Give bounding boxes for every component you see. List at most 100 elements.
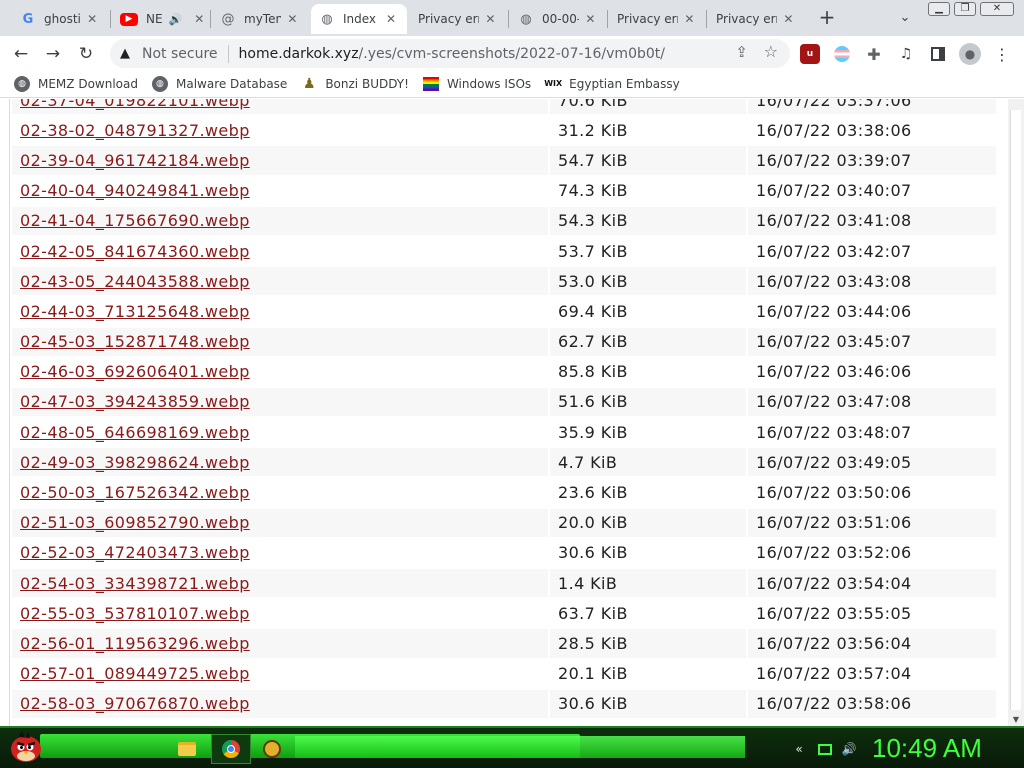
tab-privacy-error-2[interactable]: Privacy err ✕ (609, 4, 705, 34)
wix-icon: WIX (544, 79, 563, 88)
bookmark-memz-download[interactable]: ◍ MEMZ Download (14, 75, 138, 92)
file-size: 62.7 KiB (550, 327, 746, 356)
tab-privacy-error-1[interactable]: Privacy err ✕ (410, 4, 506, 34)
tab-00-00[interactable]: ◍ 00-00- ✕ (510, 4, 606, 34)
file-link[interactable]: 02-38-02_048791327.webp (20, 121, 250, 140)
start-button-angry-bird-icon[interactable] (6, 728, 46, 766)
tab-privacy-error-3[interactable]: Privacy err ✕ (708, 4, 804, 34)
kebab-menu-icon[interactable]: ⋮ (992, 44, 1012, 64)
file-link[interactable]: 02-47-03_394243859.webp (20, 392, 250, 411)
file-size: 70.6 KiB (550, 99, 746, 115)
table-row: 02-45-03_152871748.webp 62.7 KiB 16/07/2… (12, 327, 996, 356)
taskbar-app-button[interactable] (252, 734, 292, 764)
bookmark-label: MEMZ Download (38, 76, 138, 91)
speaker-icon[interactable]: 🔊 (169, 13, 183, 26)
trans-flag-extension-icon[interactable] (832, 44, 852, 64)
reload-button[interactable]: ↻ (73, 41, 99, 67)
tab-youtube[interactable]: ▶ NE 🔊 ✕ (112, 4, 208, 34)
table-row: 02-48-05_646698169.webp 35.9 KiB 16/07/2… (12, 418, 996, 446)
file-link[interactable]: 02-42-05_841674360.webp (20, 242, 250, 261)
file-link[interactable]: 02-48-05_646698169.webp (20, 423, 250, 442)
file-size: 1.4 KiB (550, 569, 746, 598)
file-link[interactable]: 02-44-03_713125648.webp (20, 302, 250, 321)
profile-avatar-icon[interactable]: ● (959, 43, 981, 65)
forward-button[interactable]: → (40, 41, 66, 67)
bookmark-label: Egyptian Embassy (569, 76, 680, 91)
tab-title: NE (146, 12, 163, 26)
ublock-origin-icon[interactable]: u (800, 44, 820, 64)
close-icon[interactable]: ✕ (383, 11, 399, 27)
close-icon[interactable]: ✕ (194, 11, 204, 27)
close-icon[interactable]: ✕ (682, 11, 697, 27)
file-link[interactable]: 02-50-03_167526342.webp (20, 483, 250, 502)
maximize-button[interactable]: ❐ (954, 2, 976, 16)
side-panel-icon[interactable] (928, 44, 948, 64)
media-control-icon[interactable]: ♫ (896, 44, 916, 64)
address-bar[interactable]: ▲ Not secure home.darkok.xyz /.yes/cvm-s… (110, 39, 790, 68)
file-link[interactable]: 02-39-04_961742184.webp (20, 151, 250, 170)
table-row: 02-49-03_398298624.webp 4.7 KiB 16/07/22… (12, 448, 996, 477)
bookmark-malware-database[interactable]: ◍ Malware Database (151, 75, 287, 92)
scrollbar-thumb[interactable] (1010, 110, 1021, 710)
file-date: 16/07/22 03:44:06 (756, 301, 912, 321)
close-icon[interactable]: ✕ (84, 11, 100, 27)
file-link[interactable]: 02-49-03_398298624.webp (20, 453, 250, 472)
close-icon[interactable]: ✕ (285, 11, 300, 27)
file-date: 16/07/22 03:40:07 (756, 181, 912, 201)
file-link[interactable]: 02-58-03_970676870.webp (20, 694, 250, 713)
file-date: 16/07/22 03:54:04 (748, 569, 996, 598)
file-link[interactable]: 02-40-04_940249841.webp (20, 181, 250, 200)
table-row: 02-38-02_048791327.webp 31.2 KiB 16/07/2… (12, 116, 996, 144)
file-date: 16/07/22 03:47:08 (748, 387, 996, 417)
close-icon[interactable]: ✕ (483, 11, 498, 27)
close-icon[interactable]: ✕ (583, 11, 598, 27)
tray-chevron-icon[interactable]: « (790, 740, 808, 758)
bookmark-windows-isos[interactable]: Windows ISOs (422, 76, 531, 91)
file-link[interactable]: 02-56-01_119563296.webp (20, 634, 250, 653)
taskbar-chrome-button[interactable] (211, 734, 251, 764)
taskbar-clock[interactable]: 10:49 AM (872, 731, 1002, 765)
not-secure-label[interactable]: Not secure (142, 46, 218, 62)
table-row: 02-39-04_961742184.webp 54.7 KiB 16/07/2… (12, 146, 996, 175)
globe-icon: ◍ (151, 75, 168, 92)
new-tab-button[interactable]: + (815, 6, 839, 30)
tab-separator (607, 10, 608, 28)
tray-network-icon[interactable] (816, 740, 834, 758)
file-link[interactable]: 02-43-05_244043588.webp (20, 272, 250, 291)
tab-index-active[interactable]: ◍ Index ✕ (311, 4, 407, 34)
tab-search-button[interactable]: ⌄ (895, 6, 915, 30)
bookmark-egyptian-embassy[interactable]: WIX Egyptian Embassy (544, 76, 680, 92)
close-icon[interactable]: ✕ (781, 11, 796, 27)
google-icon: G (22, 11, 34, 27)
table-row: 02-41-04_175667690.webp 54.3 KiB 16/07/2… (12, 206, 996, 235)
tab-strip: G ghosti ✕ ▶ NE 🔊 ✕ @ myTen ✕ ◍ Index ✕ … (0, 0, 1024, 36)
tab-separator (706, 10, 707, 28)
warning-icon[interactable]: ▲ (120, 46, 138, 61)
file-link[interactable]: 02-46-03_692606401.webp (20, 362, 250, 381)
back-button[interactable]: ← (8, 41, 34, 67)
share-icon[interactable]: ⇪ (735, 43, 748, 61)
taskbar-green-band-glow (295, 736, 745, 758)
tab-mytem[interactable]: @ myTen ✕ (212, 4, 308, 34)
bookmark-star-icon[interactable]: ☆ (764, 42, 778, 61)
file-link[interactable]: 02-55-03_537810107.webp (20, 604, 250, 623)
scroll-down-arrow-icon[interactable]: ▼ (1010, 714, 1022, 726)
file-link[interactable]: 02-41-04_175667690.webp (20, 211, 250, 230)
file-size: 51.6 KiB (550, 387, 746, 417)
file-link[interactable]: 02-51-03_609852790.webp (20, 513, 250, 532)
tray-volume-icon[interactable]: 🔊 (840, 740, 858, 758)
tab-ghost[interactable]: G ghosti ✕ (12, 4, 108, 34)
table-row: 02-51-03_609852790.webp 20.0 KiB 16/07/2… (12, 508, 996, 537)
file-link[interactable]: 02-52-03_472403473.webp (20, 543, 250, 562)
taskbar-explorer-button[interactable] (167, 734, 207, 764)
close-window-button[interactable]: ✕ (980, 2, 1014, 16)
file-link[interactable]: 02-57-01_089449725.webp (20, 664, 250, 683)
file-link[interactable]: 02-45-03_152871748.webp (20, 332, 250, 351)
minimize-button[interactable]: ▁ (928, 2, 950, 16)
bookmark-bonzi-buddy[interactable]: ♟ Bonzi BUDDY! (301, 76, 409, 92)
file-size: 35.9 KiB (558, 422, 628, 442)
file-link[interactable]: 02-37-04_019822101.webp (20, 99, 250, 110)
extensions-puzzle-icon[interactable]: ✚ (864, 44, 884, 64)
file-date: 16/07/22 03:43:08 (748, 267, 996, 296)
file-link[interactable]: 02-54-03_334398721.webp (20, 574, 250, 593)
